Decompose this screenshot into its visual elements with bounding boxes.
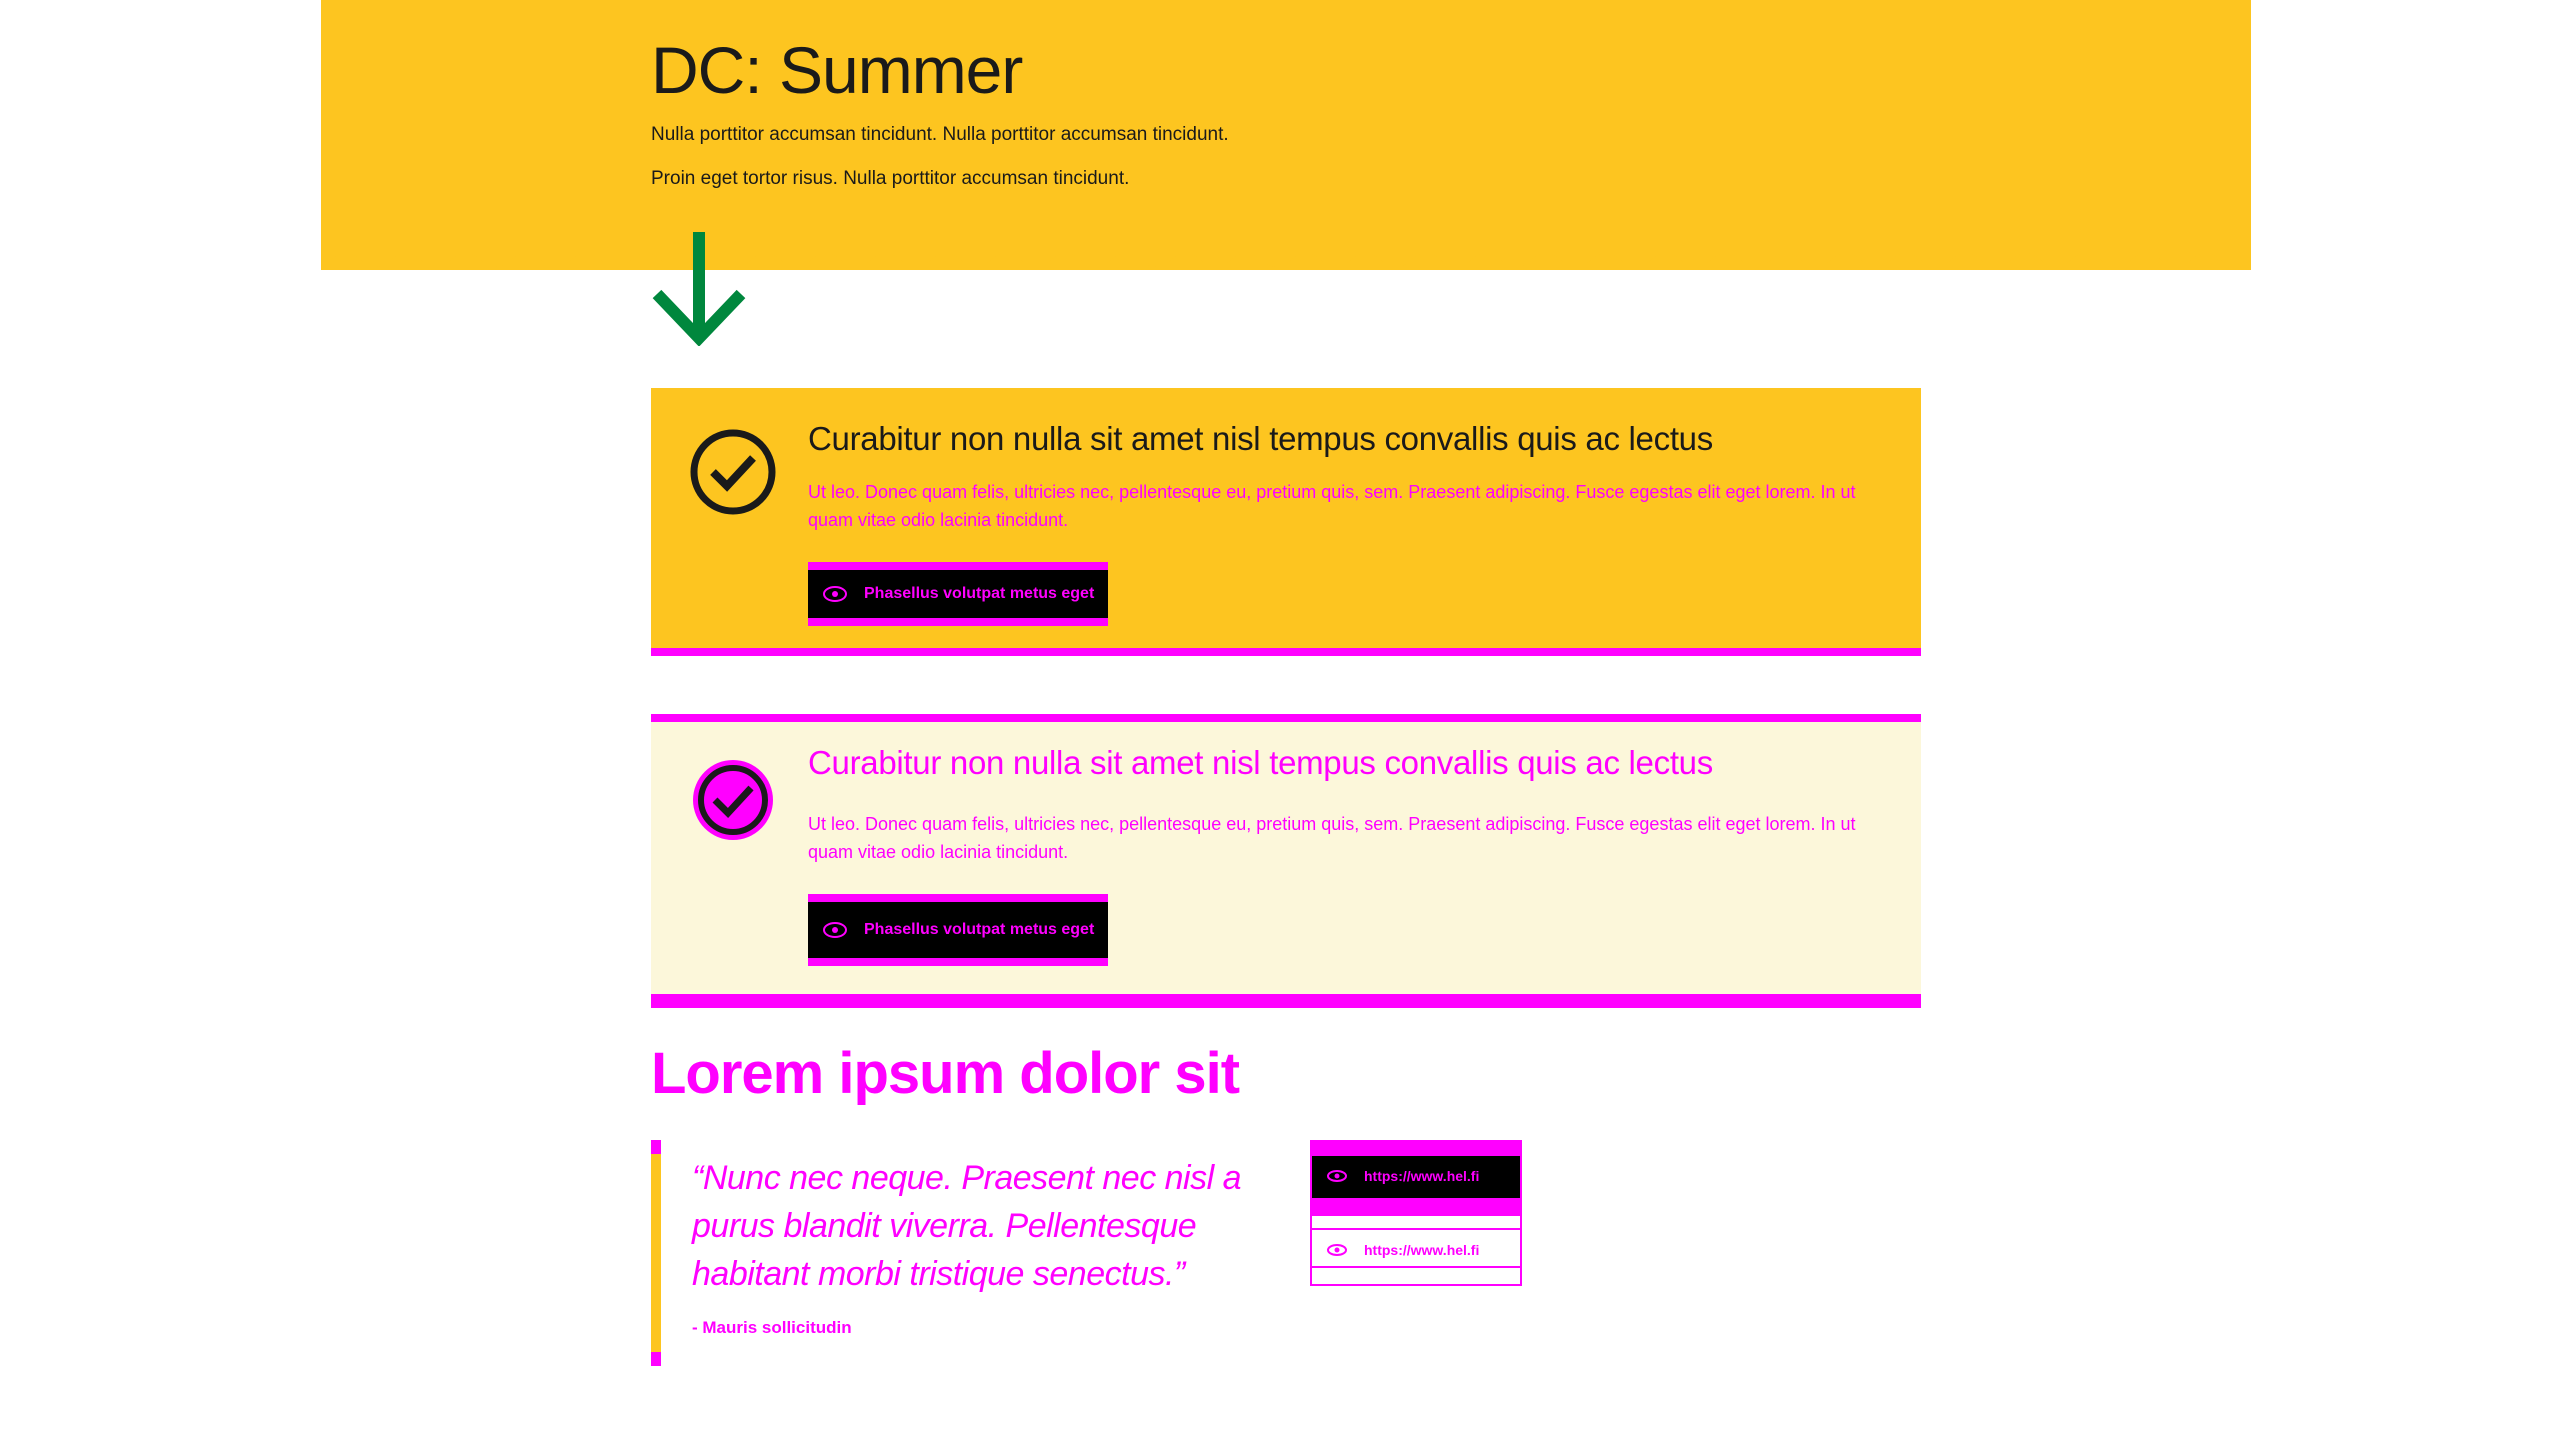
link-url: https://www.hel.fi — [1364, 1242, 1480, 1258]
eye-icon — [1327, 1244, 1347, 1256]
card-button[interactable]: Phasellus volutpat metus eget — [808, 562, 1108, 626]
card-button[interactable]: Phasellus volutpat metus eget — [808, 894, 1108, 966]
check-circle-icon — [693, 760, 773, 840]
card-text: Ut leo. Donec quam felis, ultricies nec,… — [808, 482, 1856, 530]
button-label: Phasellus volutpat metus eget — [864, 921, 1095, 938]
quote-bar-accent — [651, 1140, 661, 1154]
lead-paragraph-1: Nulla porttitor accumsan tincidunt. Null… — [651, 124, 1229, 145]
card-title: Curabitur non nulla sit amet nisl tempus… — [808, 744, 1713, 781]
eye-icon — [823, 586, 847, 602]
blockquote-text: “Nunc nec neque. Praesent nec nisl a pur… — [692, 1159, 1242, 1293]
eye-icon — [1327, 1170, 1347, 1182]
button-label: Phasellus volutpat metus eget — [864, 585, 1095, 602]
link-divider — [1312, 1266, 1520, 1268]
link-item-light[interactable]: https://www.hel.fi — [1326, 1242, 1479, 1258]
link-divider — [1312, 1142, 1520, 1154]
lead-paragraph-2: Proin eget tortor risus. Nulla porttitor… — [651, 168, 1130, 189]
page-title: DC: Summer — [651, 33, 1023, 107]
quote-bar — [651, 1140, 661, 1366]
info-card-2: Curabitur non nulla sit amet nisl tempus… — [651, 714, 1921, 1008]
info-card-1: Curabitur non nulla sit amet nisl tempus… — [651, 388, 1921, 656]
wave-divider — [321, 250, 2251, 267]
link-url: https://www.hel.fi — [1364, 1168, 1480, 1184]
quote-citation: - Mauris sollicitudin — [692, 1318, 852, 1337]
card-text: Ut leo. Donec quam felis, ultricies nec,… — [808, 814, 1856, 862]
hero-banner — [321, 0, 2251, 270]
link-item-dark[interactable]: https://www.hel.fi — [1326, 1168, 1479, 1184]
link-divider — [1312, 1198, 1520, 1216]
card-title: Curabitur non nulla sit amet nisl tempus… — [808, 420, 1713, 457]
link-list: https://www.hel.fi https://www.hel.fi — [1310, 1140, 1522, 1286]
section-title: Lorem ipsum dolor sit — [651, 1041, 1240, 1106]
eye-icon — [823, 922, 847, 938]
check-circle-icon — [690, 429, 776, 515]
arrow-down-icon — [652, 232, 746, 346]
link-divider — [1312, 1228, 1520, 1230]
quote-bar-accent — [651, 1352, 661, 1366]
